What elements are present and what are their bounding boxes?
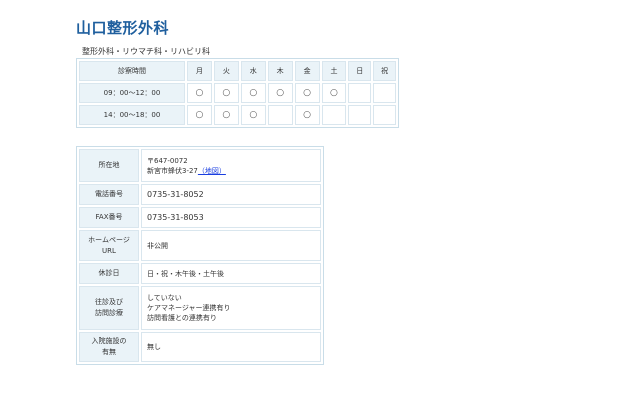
mark-afternoon-wed: ○ xyxy=(240,105,266,125)
map-link[interactable]: （地図） xyxy=(198,167,226,175)
hours-row-morning: 09：00〜12：00 ○ ○ ○ ○ ○ ○ xyxy=(79,83,396,103)
mark-afternoon-fri: ○ xyxy=(294,105,320,125)
hours-header-thu: 木 xyxy=(267,61,293,81)
homepage-value: 非公開 xyxy=(141,230,321,261)
fax-label: FAX番号 xyxy=(79,207,139,228)
mark-afternoon-sun xyxy=(348,105,372,125)
clinic-name: 山口整形外科 xyxy=(76,19,170,37)
phone-label: 電話番号 xyxy=(79,184,139,205)
visit-line-3: 訪問看護との連携有り xyxy=(147,314,217,322)
hours-row-afternoon: 14：00〜18：00 ○ ○ ○ ○ xyxy=(79,105,396,125)
mark-morning-fri: ○ xyxy=(294,83,320,103)
mark-morning-mon: ○ xyxy=(187,83,212,103)
departments: 整形外科・リウマチ科・リハビリ科 xyxy=(82,47,210,56)
fax-value: 0735-31-8053 xyxy=(141,207,321,228)
mark-afternoon-tue: ○ xyxy=(213,105,239,125)
inpatient-label: 入院施設の 有無 xyxy=(79,332,139,362)
hours-header-mon: 月 xyxy=(187,61,212,81)
hours-header-sun: 日 xyxy=(348,61,372,81)
mark-morning-thu: ○ xyxy=(267,83,293,103)
postal-code: 〒647-0072 xyxy=(147,156,188,165)
homepage-label-line1: ホームページ xyxy=(88,235,130,244)
visit-label: 往診及び 訪問診療 xyxy=(79,286,139,330)
visit-label-line1: 往診及び xyxy=(95,298,123,306)
visit-label-line2: 訪問診療 xyxy=(95,309,123,317)
info-row-address: 所在地 〒647-0072 新宮市蜂伏3-27（地図） xyxy=(79,149,321,182)
homepage-label-line2: URL xyxy=(102,246,116,255)
mark-afternoon-thu xyxy=(267,105,293,125)
hours-header-sat: 土 xyxy=(321,61,347,81)
info-row-visit: 往診及び訪問診療 していない ケアマネージャー連携有り 訪問看護との連携有り xyxy=(79,286,321,330)
hours-header-time: 診察時間 xyxy=(79,61,185,81)
address-text: 新宮市蜂伏3-27 xyxy=(147,166,198,175)
address-label: 所在地 xyxy=(79,149,139,182)
hours-table: 診察時間 月 火 水 木 金 土 日 祝 09：00〜12：00 ○ ○ ○ ○… xyxy=(76,58,399,128)
hours-header-wed: 水 xyxy=(240,61,266,81)
mark-afternoon-holiday xyxy=(373,105,396,125)
inpatient-label-line1: 入院施設の xyxy=(91,337,127,345)
hours-header-holiday: 祝 xyxy=(373,61,396,81)
info-row-closed: 休診日 日・祝・木午後・土午後 xyxy=(79,263,321,284)
hours-time-morning: 09：00〜12：00 xyxy=(79,83,185,103)
hours-time-afternoon: 14：00〜18：00 xyxy=(79,105,185,125)
address-value: 〒647-0072 新宮市蜂伏3-27（地図） xyxy=(141,149,321,182)
info-row-homepage: ホームページ URL 非公開 xyxy=(79,230,321,261)
info-row-inpatient: 入院施設の有無 無し xyxy=(79,332,321,362)
hours-header-row: 診察時間 月 火 水 木 金 土 日 祝 xyxy=(79,61,396,81)
mark-morning-wed: ○ xyxy=(240,83,266,103)
inpatient-value: 無し xyxy=(141,332,321,362)
mark-afternoon-sat xyxy=(321,105,347,125)
address-line: 新宮市蜂伏3-27（地図） xyxy=(147,166,315,176)
visit-value: していない ケアマネージャー連携有り 訪問看護との連携有り xyxy=(141,286,321,330)
mark-morning-sun xyxy=(348,83,372,103)
mark-morning-sat: ○ xyxy=(321,83,347,103)
visit-line-1: していない xyxy=(147,294,182,302)
info-row-fax: FAX番号 0735-31-8053 xyxy=(79,207,321,228)
inpatient-label-line2: 有無 xyxy=(102,348,116,356)
mark-morning-tue: ○ xyxy=(213,83,239,103)
info-row-phone: 電話番号 0735-31-8052 xyxy=(79,184,321,205)
closed-value: 日・祝・木午後・土午後 xyxy=(141,263,321,284)
mark-morning-holiday xyxy=(373,83,396,103)
hours-header-fri: 金 xyxy=(294,61,320,81)
clinic-info-table: 所在地 〒647-0072 新宮市蜂伏3-27（地図） 電話番号 0735-31… xyxy=(76,146,324,365)
hours-header-tue: 火 xyxy=(213,61,239,81)
mark-afternoon-mon: ○ xyxy=(187,105,212,125)
closed-label: 休診日 xyxy=(79,263,139,284)
phone-value: 0735-31-8052 xyxy=(141,184,321,205)
visit-line-2: ケアマネージャー連携有り xyxy=(147,304,231,312)
homepage-label: ホームページ URL xyxy=(79,230,139,261)
